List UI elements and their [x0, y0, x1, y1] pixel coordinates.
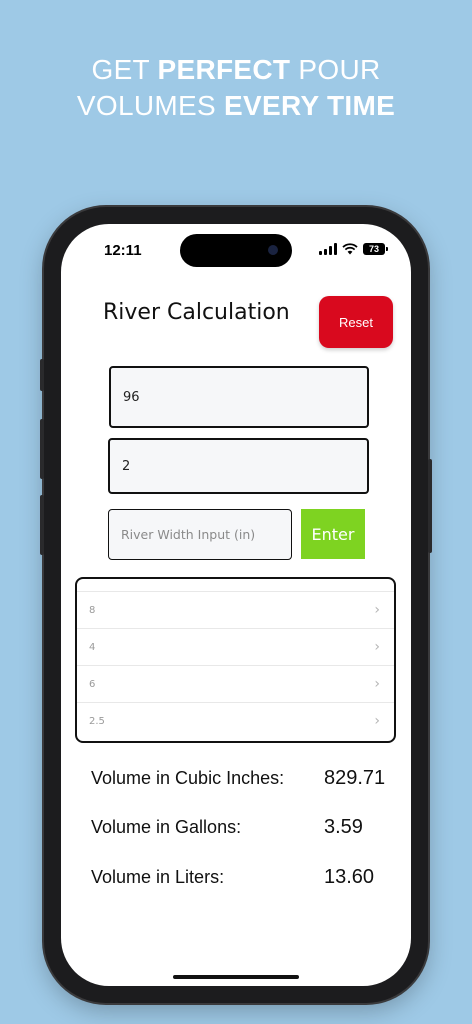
- entries-list: 8 › 4 › 6 › 2.5 ›: [75, 577, 396, 743]
- camera-icon: [268, 245, 278, 255]
- first-input[interactable]: 96: [109, 366, 369, 428]
- list-item[interactable]: 4 ›: [77, 628, 394, 665]
- promo-line-1: GET PERFECT POUR: [0, 52, 472, 88]
- app-screen: 12:11 73 River Calculation Reset 96 2 Ri…: [61, 224, 411, 986]
- promo-text: VOLUMES: [76, 90, 225, 121]
- list-item-value: 4: [89, 641, 96, 653]
- promo-bold: EVERY TIME: [224, 90, 396, 121]
- mute-switch: [40, 359, 44, 391]
- reset-button[interactable]: Reset: [319, 296, 393, 348]
- wifi-icon: [342, 243, 358, 255]
- gallons-value: 3.59: [324, 816, 363, 838]
- list-item-value: 8: [89, 604, 96, 616]
- chevron-right-icon: ›: [374, 602, 380, 618]
- list-item[interactable]: 2.5 ›: [77, 702, 394, 739]
- cubic-inches-value: 829.71: [324, 767, 386, 789]
- promo-text: POUR: [290, 54, 381, 85]
- page-title: River Calculation: [103, 300, 290, 325]
- list-item-value: 6: [89, 678, 96, 690]
- liters-value: 13.60: [324, 866, 375, 888]
- river-width-input[interactable]: River Width Input (in): [108, 509, 292, 560]
- dynamic-island: [180, 234, 292, 267]
- volume-up-button: [40, 419, 44, 479]
- liters-label: Volume in Liters:: [91, 867, 225, 887]
- chevron-right-icon: ›: [374, 639, 380, 655]
- power-button: [428, 459, 432, 553]
- volume-down-button: [40, 495, 44, 555]
- status-icons: 73: [319, 242, 388, 256]
- gallons-label: Volume in Gallons:: [91, 817, 242, 837]
- list-item[interactable]: 6 ›: [77, 665, 394, 702]
- chevron-right-icon: ›: [374, 713, 380, 729]
- signal-icon: [319, 243, 337, 255]
- battery-icon: 73: [363, 243, 388, 255]
- promo-line-2: VOLUMES EVERY TIME: [0, 88, 472, 124]
- status-time: 12:11: [104, 242, 142, 259]
- promo-headline: GET PERFECT POUR VOLUMES EVERY TIME: [0, 52, 472, 124]
- second-input[interactable]: 2: [108, 438, 369, 494]
- enter-button[interactable]: Enter: [301, 509, 365, 559]
- list-item-value: 2.5: [89, 715, 105, 727]
- phone-frame: 12:11 73 River Calculation Reset 96 2 Ri…: [40, 207, 432, 1003]
- cubic-inches-label: Volume in Cubic Inches:: [91, 768, 285, 788]
- promo-bold: PERFECT: [157, 54, 291, 85]
- list-item[interactable]: 8 ›: [77, 591, 394, 628]
- chevron-right-icon: ›: [374, 676, 380, 692]
- home-indicator[interactable]: [173, 975, 299, 979]
- promo-text: GET: [91, 54, 158, 85]
